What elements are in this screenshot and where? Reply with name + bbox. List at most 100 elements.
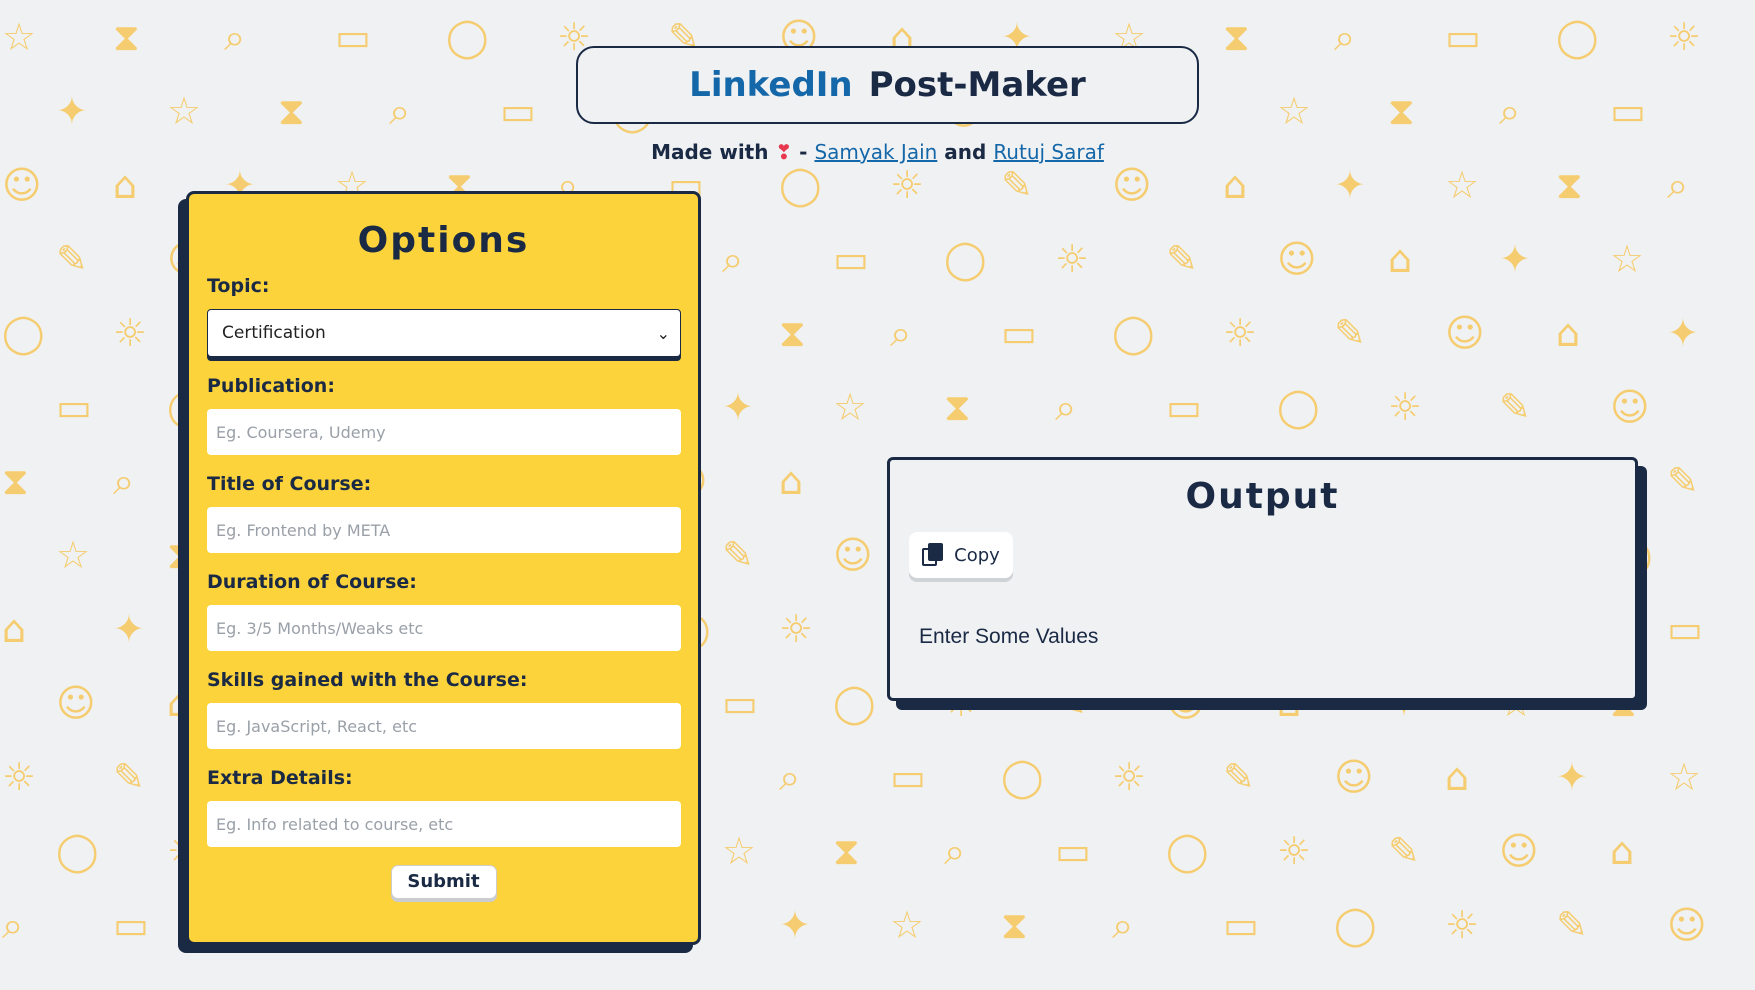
duration-input[interactable]: Eg. 3/5 Months/Weaks etc bbox=[207, 605, 681, 651]
background-pattern-icon: ✦ bbox=[722, 385, 754, 429]
background-pattern-icon: ☺ bbox=[833, 533, 873, 577]
background-pattern-icon: ◯ bbox=[1277, 385, 1320, 429]
background-pattern-icon: ⌂ bbox=[779, 459, 804, 503]
background-pattern-icon: ✎ bbox=[1001, 163, 1033, 207]
credit-prefix: Made with bbox=[651, 140, 769, 164]
background-pattern-icon: ◯ bbox=[2, 311, 45, 355]
background-pattern-icon: ✎ bbox=[1556, 903, 1588, 947]
background-pattern-icon: ⧗ bbox=[1001, 903, 1028, 947]
background-pattern-icon: ☺ bbox=[1610, 385, 1650, 429]
background-pattern-icon: ☆ bbox=[2, 15, 37, 59]
background-pattern-icon: ⌕ bbox=[1055, 385, 1077, 429]
background-pattern-icon: ☆ bbox=[1445, 163, 1480, 207]
publication-input[interactable]: Eg. Coursera, Udemy bbox=[207, 409, 681, 455]
background-pattern-icon: ✦ bbox=[1667, 311, 1699, 355]
background-pattern-icon: ⌂ bbox=[1556, 311, 1581, 355]
title-brand: LinkedIn bbox=[689, 65, 853, 105]
background-pattern-icon: ◯ bbox=[1112, 311, 1155, 355]
background-pattern-icon: ✎ bbox=[1388, 829, 1420, 873]
background-pattern-icon: ✎ bbox=[1334, 311, 1366, 355]
background-pattern-icon: ⧗ bbox=[1223, 15, 1250, 59]
topic-select[interactable]: Certification ⌄ bbox=[207, 309, 681, 357]
background-pattern-icon: ☺ bbox=[1499, 829, 1539, 873]
skills-input[interactable]: Eg. JavaScript, React, etc bbox=[207, 703, 681, 749]
copy-icon bbox=[922, 543, 944, 567]
extra-details-label: Extra Details: bbox=[207, 767, 353, 789]
background-pattern-icon: ⌕ bbox=[2, 903, 24, 947]
background-pattern-icon: ▭ bbox=[1667, 607, 1703, 651]
background-pattern-icon: ☺ bbox=[1334, 755, 1374, 799]
extra-details-input[interactable]: Eg. Info related to course, etc bbox=[207, 801, 681, 847]
background-pattern-icon: ⌕ bbox=[389, 89, 411, 133]
options-panel: Options Topic: Certification ⌄ Publicati… bbox=[186, 191, 701, 945]
background-pattern-icon: ✦ bbox=[113, 607, 145, 651]
background-pattern-icon: ⧗ bbox=[833, 829, 860, 873]
background-pattern-icon: ☺ bbox=[56, 681, 96, 725]
background-pattern-icon: ☆ bbox=[833, 385, 868, 429]
background-pattern-icon: ☼ bbox=[779, 607, 814, 651]
options-heading: Options bbox=[357, 220, 530, 261]
background-pattern-icon: ☆ bbox=[167, 89, 202, 133]
background-pattern-icon: ▭ bbox=[1223, 903, 1259, 947]
background-pattern-icon: ⌕ bbox=[113, 459, 135, 503]
submit-button[interactable]: Submit bbox=[390, 865, 497, 899]
topic-label: Topic: bbox=[207, 275, 270, 297]
background-pattern-icon: ✎ bbox=[1166, 237, 1198, 281]
background-pattern-icon: ▭ bbox=[500, 89, 536, 133]
background-pattern-icon: ⌂ bbox=[1610, 829, 1635, 873]
background-pattern-icon: ⧗ bbox=[278, 89, 305, 133]
background-pattern-icon: ◯ bbox=[1166, 829, 1209, 873]
background-pattern-icon: ▭ bbox=[335, 15, 371, 59]
publication-label: Publication: bbox=[207, 375, 335, 397]
background-pattern-icon: ⧗ bbox=[1556, 163, 1583, 207]
background-pattern-icon: ▭ bbox=[722, 681, 758, 725]
background-pattern-icon: ▭ bbox=[56, 385, 92, 429]
credit-and: and bbox=[944, 140, 987, 164]
background-pattern-icon: ⧗ bbox=[1388, 89, 1415, 133]
background-pattern-icon: ✎ bbox=[56, 237, 88, 281]
course-title-input[interactable]: Eg. Frontend by META bbox=[207, 507, 681, 553]
background-pattern-icon: ✦ bbox=[1334, 163, 1366, 207]
output-heading: Output bbox=[1185, 476, 1340, 517]
background-pattern-icon: ◯ bbox=[56, 829, 99, 873]
background-pattern-icon: ✎ bbox=[722, 533, 754, 577]
author-link-rutuj[interactable]: Rutuj Saraf bbox=[993, 140, 1104, 164]
background-pattern-icon: ⌂ bbox=[113, 163, 138, 207]
background-pattern-icon: ▭ bbox=[1610, 89, 1646, 133]
background-pattern-icon: ◯ bbox=[779, 163, 822, 207]
background-pattern-icon: ✎ bbox=[113, 755, 145, 799]
background-pattern-icon: ⌂ bbox=[1445, 755, 1470, 799]
background-pattern-icon: ⌕ bbox=[1112, 903, 1134, 947]
background-pattern-icon: ✎ bbox=[1499, 385, 1531, 429]
background-pattern-icon: ✦ bbox=[56, 89, 88, 133]
output-text: Enter Some Values bbox=[919, 625, 1099, 648]
credit-dash: - bbox=[799, 140, 808, 164]
background-pattern-icon: ◯ bbox=[1556, 15, 1599, 59]
background-pattern-icon: ☼ bbox=[1445, 903, 1480, 947]
background-pattern-icon: ☼ bbox=[2, 755, 37, 799]
copy-button[interactable]: Copy bbox=[909, 532, 1013, 578]
heart-icon: ❣ bbox=[775, 140, 793, 164]
background-pattern-icon: ⌕ bbox=[944, 829, 966, 873]
background-pattern-icon: ☺ bbox=[2, 163, 42, 207]
background-pattern-icon: ☺ bbox=[1277, 237, 1317, 281]
background-pattern-icon: ▭ bbox=[1001, 311, 1037, 355]
background-pattern-icon: ☼ bbox=[890, 163, 925, 207]
background-pattern-icon: ⧗ bbox=[2, 459, 29, 503]
author-link-samyak[interactable]: Samyak Jain bbox=[814, 140, 937, 164]
background-pattern-icon: ☆ bbox=[1277, 89, 1312, 133]
skills-label: Skills gained with the Course: bbox=[207, 669, 528, 691]
background-pattern-icon: ⌕ bbox=[224, 15, 246, 59]
background-pattern-icon: ⧗ bbox=[779, 311, 806, 355]
background-pattern-icon: ◯ bbox=[1001, 755, 1044, 799]
background-pattern-icon: ◯ bbox=[446, 15, 489, 59]
app-title-box: LinkedIn Post-Maker bbox=[576, 46, 1199, 124]
background-pattern-icon: ⌕ bbox=[1667, 163, 1689, 207]
background-pattern-icon: ⧗ bbox=[944, 385, 971, 429]
title-rest: Post-Maker bbox=[868, 65, 1086, 105]
credit-line: Made with ❣ - Samyak Jain and Rutuj Sara… bbox=[0, 140, 1755, 164]
background-pattern-icon: ⌕ bbox=[890, 311, 912, 355]
background-pattern-icon: ☆ bbox=[56, 533, 91, 577]
topic-selected-value: Certification bbox=[222, 323, 326, 343]
background-pattern-icon: ▭ bbox=[1166, 385, 1202, 429]
